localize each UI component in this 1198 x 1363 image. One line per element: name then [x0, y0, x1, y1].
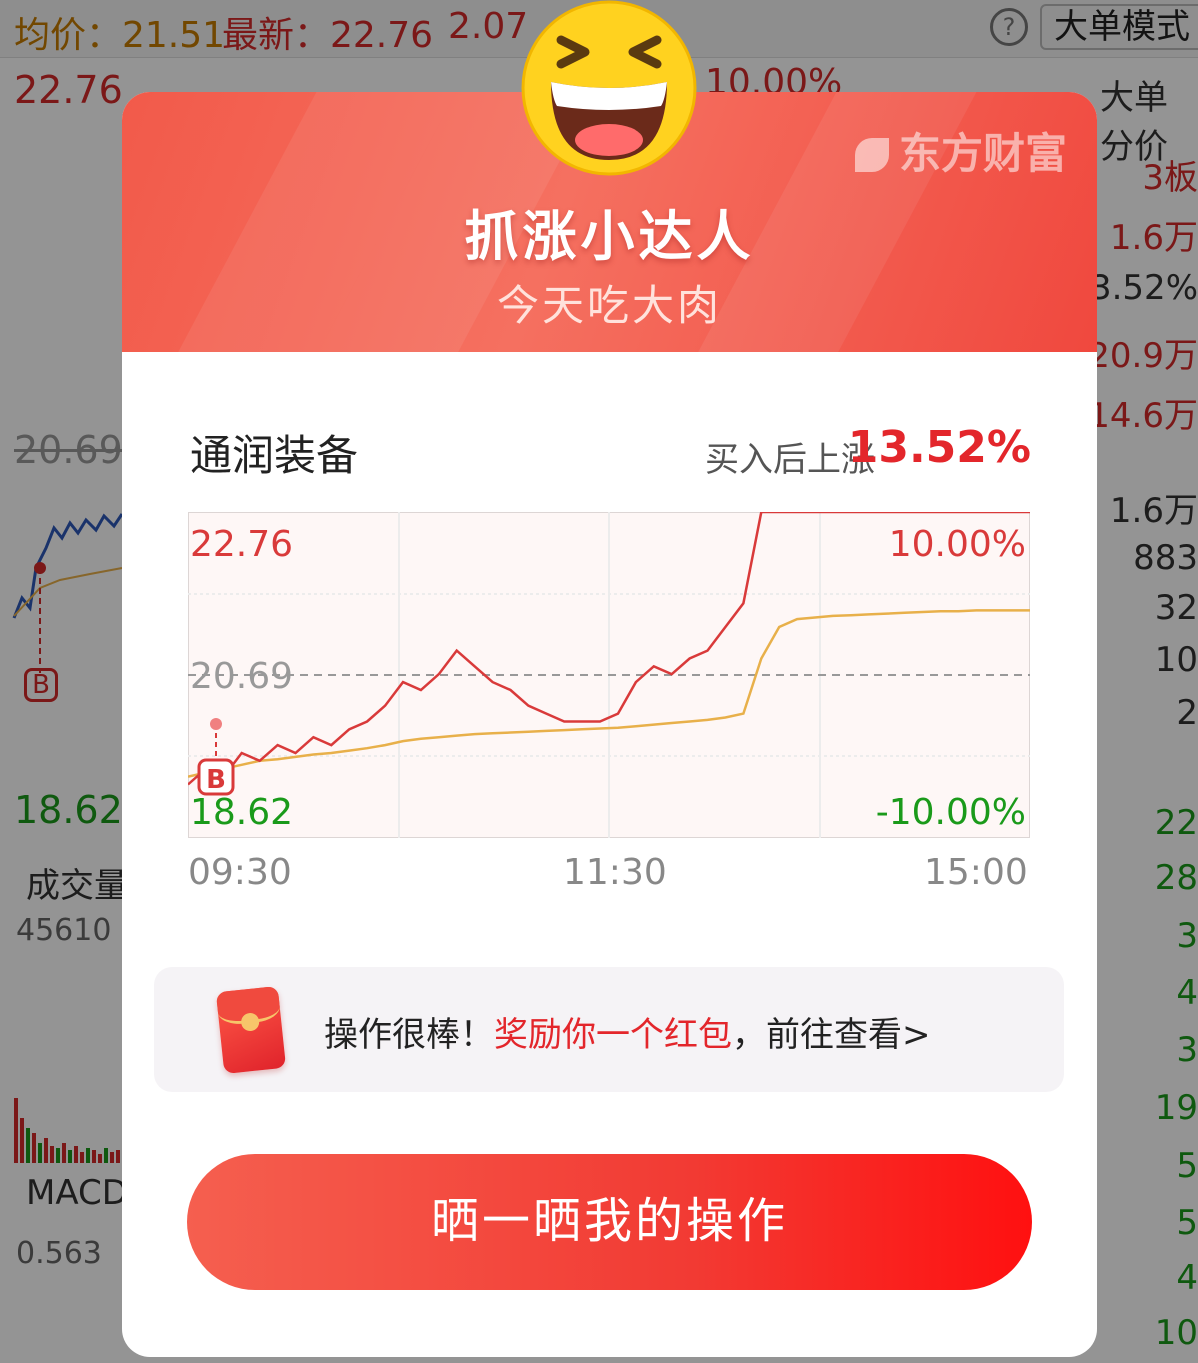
laughing-emoji-icon [521, 0, 697, 176]
pct-max-label: 10.00% [889, 524, 1026, 565]
buy-marker-label: B [206, 765, 226, 795]
gain-value: 13.52% [847, 422, 1031, 473]
buy-point [210, 718, 222, 730]
x-label-noon: 11:30 [563, 852, 667, 893]
x-label-open: 09:30 [188, 852, 292, 893]
stock-name: 通润装备 [190, 431, 359, 480]
reward-highlight: 奖励你一个红包 [494, 1015, 732, 1055]
reward-link[interactable]: ，前往查看> [732, 1015, 931, 1055]
y-ref-label: 20.69 [190, 656, 293, 697]
brand-mark-icon [854, 138, 889, 172]
pct-min-label: -10.00% [876, 792, 1026, 833]
modal-subtitle: 今天吃大肉 [496, 281, 722, 330]
red-envelope-icon [215, 985, 287, 1075]
intraday-price-chart: B 22.76 20.69 18.62 10.00% -10.00% [188, 512, 1030, 838]
y-max-label: 22.76 [190, 524, 293, 565]
brand-logo: 东方财富 [854, 120, 1067, 181]
share-operation-button[interactable]: 晒一晒我的操作 [187, 1154, 1032, 1290]
modal-title: 抓涨小达人 [464, 205, 755, 268]
red-packet-reward-banner[interactable]: 操作很棒！奖励你一个红包，前往查看> [154, 967, 1064, 1092]
y-min-label: 18.62 [190, 792, 293, 833]
x-label-close: 15:00 [924, 852, 1028, 893]
achievement-modal: 东方财富 抓涨小达人 今天吃大肉 通润装备 买入后上涨 13.52% B 22.… [122, 92, 1097, 1357]
reward-text[interactable]: 操作很棒！奖励你一个红包，前往查看> [324, 1007, 931, 1056]
reward-prefix: 操作很棒！ [324, 1015, 494, 1055]
